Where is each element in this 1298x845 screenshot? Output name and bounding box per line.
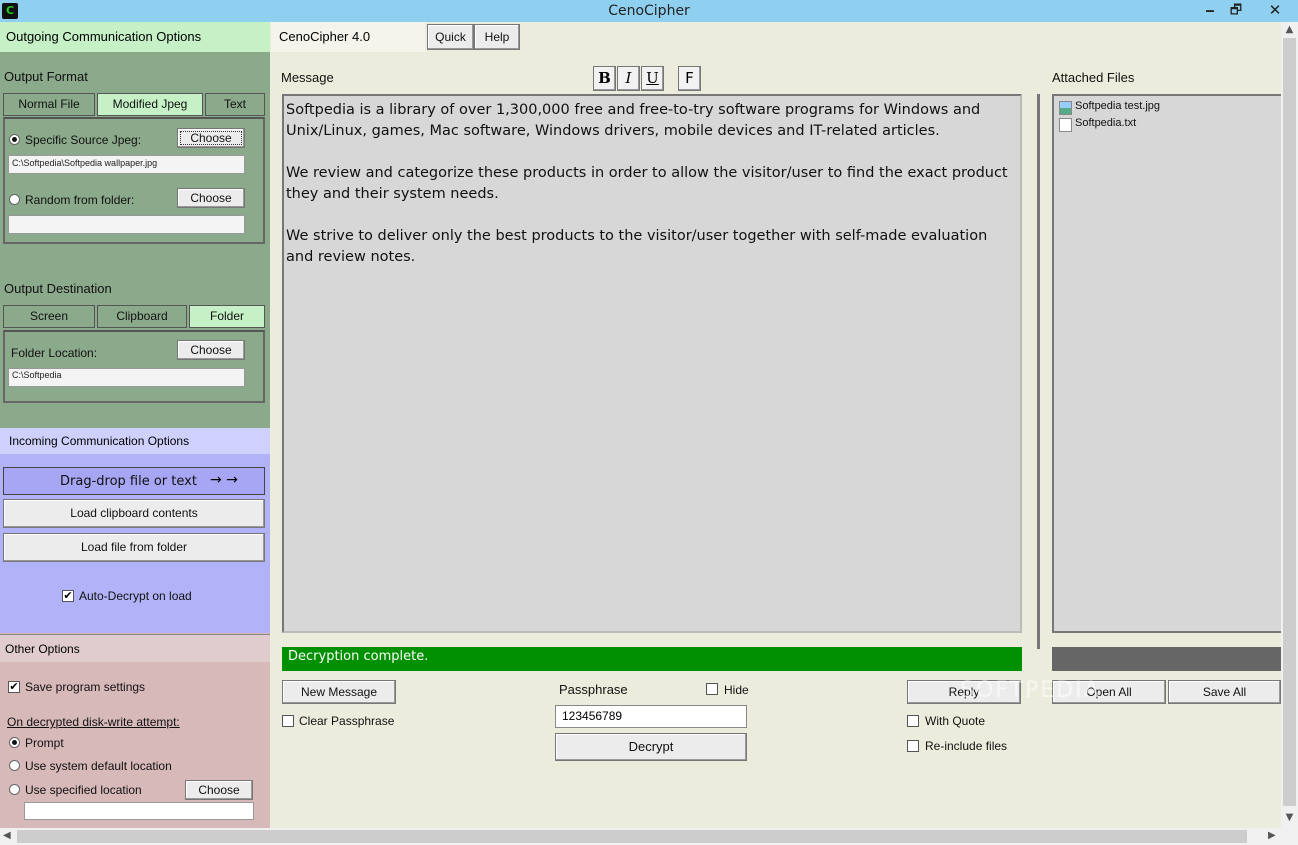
outgoing-header: Outgoing Communication Options (0, 22, 270, 52)
incoming-header: Incoming Communication Options (0, 428, 270, 454)
message-label: Message (281, 70, 334, 85)
with-quote-checkbox[interactable] (907, 715, 919, 727)
random-folder-path-field[interactable] (8, 215, 245, 234)
tab-normal-file[interactable]: Normal File (3, 93, 95, 116)
vertical-scroll-thumb[interactable] (1283, 38, 1296, 806)
message-paragraph: Softpedia is a library of over 1,300,000… (286, 102, 981, 139)
random-folder-radio[interactable] (9, 194, 20, 205)
specific-jpeg-label: Specific Source Jpeg: (25, 133, 142, 147)
random-folder-choose-button[interactable]: Choose (177, 188, 245, 208)
default-location-radio[interactable] (9, 760, 20, 771)
text-file-icon (1059, 118, 1072, 132)
scroll-right-icon[interactable]: ▶ (1268, 830, 1276, 841)
dragdrop-zone[interactable]: Drag-drop file or text → → (3, 467, 265, 495)
specified-path-field[interactable] (24, 802, 254, 820)
prompt-radio[interactable] (9, 737, 20, 748)
reinclude-files-checkbox[interactable] (907, 740, 919, 752)
minimize-icon[interactable]: 🗕 (1196, 0, 1224, 22)
dragdrop-label: Drag-drop file or text (60, 474, 197, 489)
reinclude-files-label: Re-include files (925, 739, 1008, 753)
load-clipboard-button[interactable]: Load clipboard contents (3, 499, 265, 528)
help-button[interactable]: Help (474, 24, 520, 50)
message-paragraph: We strive to deliver only the best produ… (286, 228, 988, 265)
attachments-status-bar (1052, 647, 1281, 671)
decrypt-button[interactable]: Decrypt (555, 733, 747, 761)
horizontal-scrollbar[interactable]: ◀ ▶ (0, 828, 1298, 845)
tab-modified-jpeg[interactable]: Modified Jpeg (97, 93, 203, 116)
specific-jpeg-choose-button[interactable]: Choose (177, 128, 245, 148)
folder-choose-button[interactable]: Choose (177, 340, 245, 360)
horizontal-scroll-thumb[interactable] (17, 830, 1247, 843)
save-settings-label: Save program settings (25, 680, 146, 694)
auto-decrypt-label: Auto-Decrypt on load (79, 589, 192, 603)
italic-button[interactable]: I (617, 66, 640, 91)
other-options-header: Other Options (0, 634, 270, 662)
arrow-right-icon: → → (210, 472, 238, 488)
version-label: CenoCipher 4.0 (271, 22, 425, 52)
attached-file-item[interactable]: Softpedia.txt (1075, 117, 1136, 129)
hide-label: Hide (724, 683, 749, 697)
quick-button[interactable]: Quick (427, 24, 474, 50)
disk-write-label: On decrypted disk-write attempt: (7, 715, 180, 729)
output-destination-title: Output Destination (4, 281, 112, 296)
passphrase-input[interactable]: 123456789 (555, 705, 747, 728)
status-bar: Decryption complete. (282, 647, 1022, 671)
scroll-left-icon[interactable]: ◀ (3, 830, 11, 841)
specified-choose-button[interactable]: Choose (185, 780, 253, 800)
attached-file-item[interactable]: Softpedia test.jpg (1075, 100, 1160, 112)
default-location-label: Use system default location (25, 759, 172, 773)
load-file-button[interactable]: Load file from folder (3, 533, 265, 562)
random-folder-label: Random from folder: (25, 193, 135, 207)
message-paragraph: We review and categorize these products … (286, 165, 1008, 202)
splitter[interactable] (1037, 94, 1040, 649)
folder-location-label: Folder Location: (11, 346, 98, 360)
specific-jpeg-radio[interactable] (9, 134, 20, 145)
underline-button[interactable]: U (641, 66, 664, 91)
specific-jpeg-path-field[interactable]: C:\Softpedia\Softpedia wallpaper.jpg (8, 155, 245, 174)
prompt-label: Prompt (25, 736, 64, 750)
scroll-down-icon[interactable]: ▼ (1281, 812, 1298, 823)
clear-passphrase-label: Clear Passphrase (299, 714, 395, 728)
new-message-button[interactable]: New Message (282, 680, 396, 704)
window-title: CenoCipher (608, 3, 690, 19)
output-format-title: Output Format (4, 69, 88, 84)
clear-passphrase-checkbox[interactable] (282, 715, 294, 727)
attached-files-list[interactable]: Softpedia test.jpg Softpedia.txt (1052, 94, 1282, 633)
specified-location-radio[interactable] (9, 784, 20, 795)
with-quote-label: With Quote (925, 714, 986, 728)
maximize-icon[interactable]: 🗗 (1222, 0, 1250, 22)
tab-folder[interactable]: Folder (189, 305, 265, 328)
close-icon[interactable]: ✕ (1258, 0, 1292, 22)
folder-path-field[interactable]: C:\Softpedia (8, 368, 245, 387)
image-file-icon (1059, 101, 1072, 115)
tab-text[interactable]: Text (205, 93, 265, 116)
hide-checkbox[interactable] (706, 683, 718, 695)
save-settings-checkbox[interactable]: ✔ (8, 681, 20, 693)
scroll-up-icon[interactable]: ▲ (1281, 24, 1298, 35)
vertical-scrollbar[interactable]: ▲ ▼ (1281, 22, 1298, 828)
bold-button[interactable]: B (593, 66, 616, 91)
watermark: SOFTPEDIA (960, 678, 1101, 703)
auto-decrypt-checkbox[interactable]: ✔ (62, 590, 74, 602)
tab-clipboard[interactable]: Clipboard (97, 305, 187, 328)
message-textarea[interactable]: Softpedia is a library of over 1,300,000… (282, 94, 1022, 633)
save-all-button[interactable]: Save All (1168, 680, 1281, 704)
attached-files-label: Attached Files (1052, 70, 1135, 85)
tab-screen[interactable]: Screen (3, 305, 95, 328)
font-button[interactable]: F (678, 66, 701, 91)
passphrase-label: Passphrase (559, 682, 628, 697)
specified-location-label: Use specified location (25, 783, 142, 797)
